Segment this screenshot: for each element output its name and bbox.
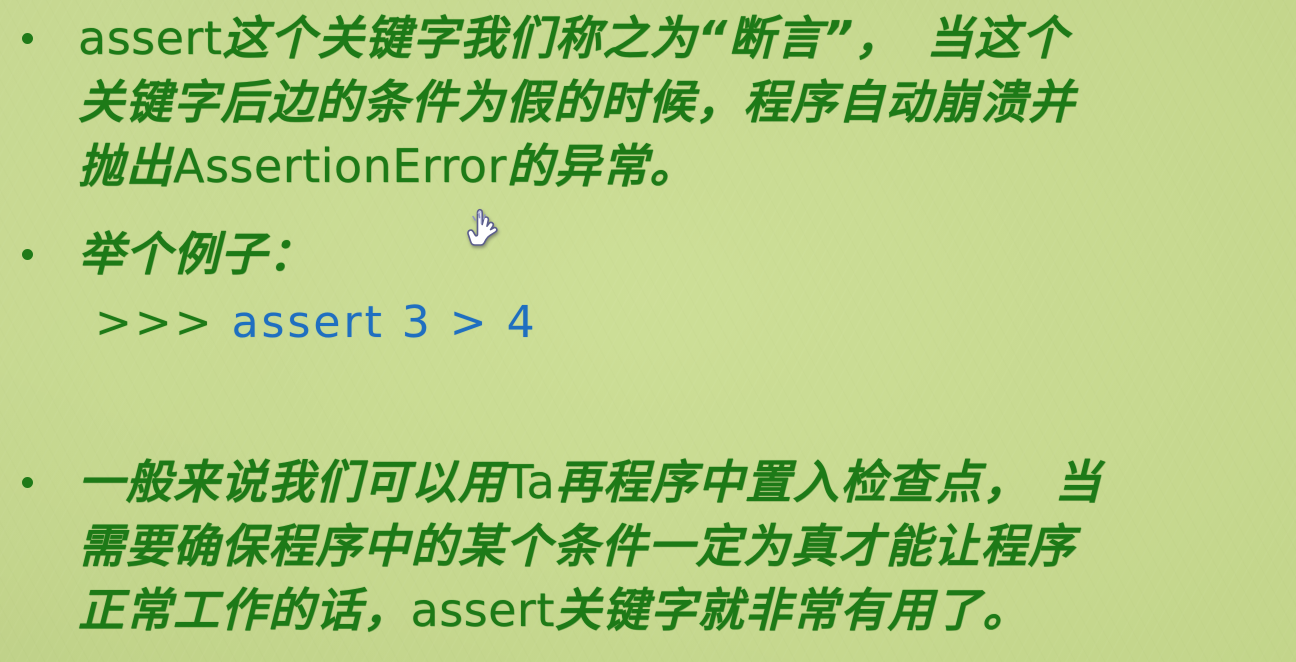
bullet-item-2: 举个例子：: [0, 222, 1296, 286]
bullet-2-line-1: 举个例子：: [78, 222, 1282, 286]
bullet-1-line-3: 抛出AssertionError的异常。: [78, 134, 1282, 198]
bullet-3-line-1-cjk-a: 一般来说我们可以用: [78, 455, 506, 509]
bullet-item-1: assert这个关键字我们称之为“断言”， 当这个 关键字后边的条件为假的时候，…: [0, 6, 1296, 198]
exception-assertionerror: AssertionError: [173, 139, 507, 193]
bullet-2-line-1-cjk: 举个例子：: [78, 227, 316, 281]
bullet-3-line-3: 正常工作的话，assert关键字就非常有用了。: [78, 578, 1282, 642]
bullet-3-line-1: 一般来说我们可以用Ta再程序中置入检查点， 当: [78, 450, 1282, 514]
keyword-assert-2: assert: [410, 583, 555, 637]
bullet-3-line-3-cjk-b: 关键字就非常有用了。: [554, 583, 1030, 637]
pronoun-ta: Ta: [505, 455, 556, 509]
bullet-3-lines: 一般来说我们可以用Ta再程序中置入检查点， 当 需要确保程序中的某个条件一定为真…: [78, 450, 1282, 642]
python-prompt-text: >>>: [95, 297, 232, 348]
bullet-1-line-2-cjk: 关键字后边的条件为假的时候，程序自动崩溃并: [78, 75, 1076, 129]
bullet-1-line-3-cjk-b: 的异常。: [506, 139, 697, 193]
bullet-3-line-1-cjk-b: 再程序中置入检查点， 当: [555, 455, 1103, 509]
bullet-1-line-2: 关键字后边的条件为假的时候，程序自动崩溃并: [78, 70, 1282, 134]
bullet-3-line-2-cjk: 需要确保程序中的某个条件一定为真才能让程序: [78, 519, 1076, 573]
bullet-1-lines: assert这个关键字我们称之为“断言”， 当这个 关键字后边的条件为假的时候，…: [78, 6, 1282, 198]
bullet-3-line-2: 需要确保程序中的某个条件一定为真才能让程序: [78, 514, 1282, 578]
bullet-1-line-3-cjk-a: 抛出: [78, 139, 173, 193]
bullet-1-line-1-cjk: 这个关键字我们称之为“断言”， 当这个: [222, 11, 1070, 65]
bullet-marker-icon: [22, 33, 33, 44]
bullet-2-lines: 举个例子：: [78, 222, 1282, 286]
presentation-slide: assert这个关键字我们称之为“断言”， 当这个 关键字后边的条件为假的时候，…: [0, 0, 1296, 662]
bullet-marker-icon: [22, 249, 33, 260]
bullet-item-3: 一般来说我们可以用Ta再程序中置入检查点， 当 需要确保程序中的某个条件一定为真…: [0, 450, 1296, 642]
bullet-3-line-3-cjk-a: 正常工作的话，: [78, 583, 411, 637]
python-statement-text: assert 3 > 4: [231, 297, 538, 348]
keyword-assert-1: assert: [78, 11, 223, 65]
slide-content: assert这个关键字我们称之为“断言”， 当这个 关键字后边的条件为假的时候，…: [0, 0, 1296, 662]
bullet-marker-icon: [22, 477, 33, 488]
bullet-1-line-1: assert这个关键字我们称之为“断言”， 当这个: [78, 6, 1282, 70]
code-example-line: >>> assert 3 > 4: [95, 295, 538, 351]
